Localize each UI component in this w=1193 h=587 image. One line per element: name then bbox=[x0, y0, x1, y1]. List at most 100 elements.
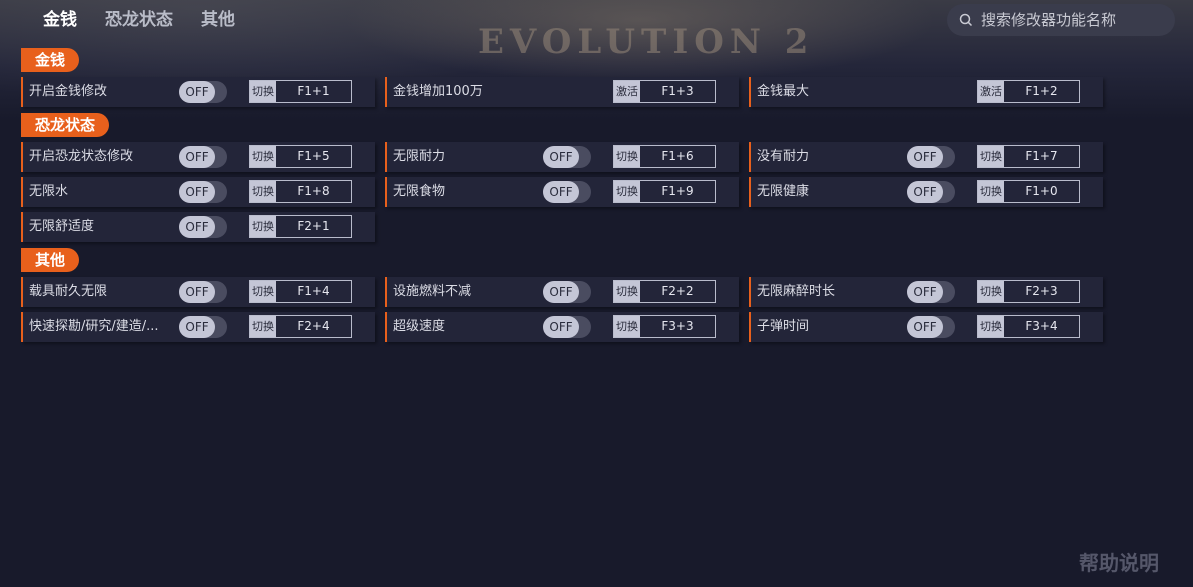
cheat-toggle[interactable]: OFF bbox=[179, 146, 227, 168]
hotkey-binding[interactable]: F1+0 bbox=[1004, 181, 1079, 202]
hotkey-action-label: 切换 bbox=[614, 146, 640, 167]
cheat-toggle[interactable]: OFF bbox=[179, 181, 227, 203]
toggle-state-label: OFF bbox=[179, 146, 215, 168]
cheat-toggle[interactable]: OFF bbox=[543, 316, 591, 338]
hotkey-binding[interactable]: F1+5 bbox=[276, 146, 351, 167]
cheat-toggle[interactable]: OFF bbox=[179, 81, 227, 103]
search-input[interactable] bbox=[979, 10, 1173, 30]
hotkey-box[interactable]: 切换 F3+3 bbox=[613, 315, 716, 338]
cheat-label: 没有耐力 bbox=[757, 149, 810, 164]
hotkey-action-label: 切换 bbox=[978, 181, 1004, 202]
tab-dino-status[interactable]: 恐龙状态 bbox=[105, 8, 173, 32]
hotkey-box[interactable]: 切换 F1+5 bbox=[249, 145, 352, 168]
hotkey-box[interactable]: 切换 F1+4 bbox=[249, 280, 352, 303]
hotkey-box[interactable]: 切换 F1+6 bbox=[613, 145, 716, 168]
hotkey-action-label: 切换 bbox=[978, 146, 1004, 167]
cheat-toggle[interactable]: OFF bbox=[543, 281, 591, 303]
hotkey-action-label: 激活 bbox=[978, 81, 1004, 102]
cheat-toggle[interactable]: OFF bbox=[179, 316, 227, 338]
cheat-row: 无限麻醉时长 OFF 切换 F2+3 bbox=[749, 277, 1103, 307]
hotkey-action-label: 切换 bbox=[614, 316, 640, 337]
tab-other[interactable]: 其他 bbox=[201, 8, 235, 32]
cheat-row: 金钱增加100万 激活 F1+3 bbox=[385, 77, 739, 107]
cheat-row: 无限食物 OFF 切换 F1+9 bbox=[385, 177, 739, 207]
cheat-row: 超级速度 OFF 切换 F3+3 bbox=[385, 312, 739, 342]
cheat-label: 设施燃料不减 bbox=[393, 284, 472, 299]
hotkey-binding[interactable]: F3+4 bbox=[1004, 316, 1079, 337]
toggle-state-label: OFF bbox=[179, 316, 215, 338]
toggle-state-label: OFF bbox=[543, 181, 579, 203]
hotkey-action-label: 切换 bbox=[978, 316, 1004, 337]
cheat-label: 金钱最大 bbox=[757, 84, 810, 99]
hotkey-binding[interactable]: F2+3 bbox=[1004, 281, 1079, 302]
cheat-label: 无限食物 bbox=[393, 184, 446, 199]
hotkey-box[interactable]: 切换 F1+1 bbox=[249, 80, 352, 103]
hotkey-box[interactable]: 切换 F2+2 bbox=[613, 280, 716, 303]
hotkey-binding[interactable]: F1+1 bbox=[276, 81, 351, 102]
cheat-toggle[interactable]: OFF bbox=[179, 216, 227, 238]
cheat-row: 没有耐力 OFF 切换 F1+7 bbox=[749, 142, 1103, 172]
hotkey-binding[interactable]: F1+3 bbox=[640, 81, 715, 102]
hotkey-binding[interactable]: F1+4 bbox=[276, 281, 351, 302]
hotkey-binding[interactable]: F2+1 bbox=[276, 216, 351, 237]
cheat-row: 快速探勘/研究/建造/... OFF 切换 F2+4 bbox=[21, 312, 375, 342]
hotkey-action-label: 切换 bbox=[614, 281, 640, 302]
toggle-state-label: OFF bbox=[907, 146, 943, 168]
hotkey-action-label: 切换 bbox=[978, 281, 1004, 302]
toggle-state-label: OFF bbox=[179, 181, 215, 203]
hotkey-action-label: 切换 bbox=[614, 181, 640, 202]
hotkey-box[interactable]: 切换 F2+3 bbox=[977, 280, 1080, 303]
cheat-toggle[interactable]: OFF bbox=[907, 146, 955, 168]
help-button[interactable]: 帮助说明 bbox=[1079, 547, 1159, 576]
hotkey-box[interactable]: 切换 F3+4 bbox=[977, 315, 1080, 338]
hotkey-binding[interactable]: F2+2 bbox=[640, 281, 715, 302]
hotkey-action-label: 切换 bbox=[250, 281, 276, 302]
toggle-state-label: OFF bbox=[543, 146, 579, 168]
hotkey-box[interactable]: 切换 F1+7 bbox=[977, 145, 1080, 168]
toggle-state-label: OFF bbox=[543, 316, 579, 338]
toggle-state-label: OFF bbox=[907, 281, 943, 303]
tab-money[interactable]: 金钱 bbox=[43, 8, 77, 32]
hotkey-box[interactable]: 切换 F2+1 bbox=[249, 215, 352, 238]
cheat-row: 无限耐力 OFF 切换 F1+6 bbox=[385, 142, 739, 172]
hotkey-action-label: 切换 bbox=[250, 81, 276, 102]
toggle-state-label: OFF bbox=[179, 81, 215, 103]
toggle-state-label: OFF bbox=[179, 281, 215, 303]
hotkey-binding[interactable]: F3+3 bbox=[640, 316, 715, 337]
cheat-label: 无限水 bbox=[29, 184, 69, 199]
hotkey-binding[interactable]: F1+8 bbox=[276, 181, 351, 202]
hotkey-box[interactable]: 激活 F1+2 bbox=[977, 80, 1080, 103]
cheat-label: 快速探勘/研究/建造/... bbox=[29, 319, 159, 334]
hotkey-binding[interactable]: F1+9 bbox=[640, 181, 715, 202]
cheat-row: 开启金钱修改 OFF 切换 F1+1 bbox=[21, 77, 375, 107]
section-money-title: 金钱 bbox=[21, 48, 80, 72]
hotkey-action-label: 切换 bbox=[250, 216, 276, 237]
toggle-state-label: OFF bbox=[179, 216, 215, 238]
cheat-toggle[interactable]: OFF bbox=[907, 281, 955, 303]
search-icon bbox=[959, 13, 973, 27]
hotkey-binding[interactable]: F1+7 bbox=[1004, 146, 1079, 167]
cheat-toggle[interactable]: OFF bbox=[179, 281, 227, 303]
cheat-toggle[interactable]: OFF bbox=[907, 316, 955, 338]
hotkey-box[interactable]: 切换 F1+8 bbox=[249, 180, 352, 203]
cheat-toggle[interactable]: OFF bbox=[907, 181, 955, 203]
hotkey-binding[interactable]: F2+4 bbox=[276, 316, 351, 337]
search-box[interactable] bbox=[947, 4, 1175, 36]
cheat-toggle[interactable]: OFF bbox=[543, 146, 591, 168]
hotkey-binding[interactable]: F1+6 bbox=[640, 146, 715, 167]
hotkey-box[interactable]: 切换 F1+0 bbox=[977, 180, 1080, 203]
cheat-toggle[interactable]: OFF bbox=[543, 181, 591, 203]
cheat-row: 子弹时间 OFF 切换 F3+4 bbox=[749, 312, 1103, 342]
section-other-title: 其他 bbox=[21, 248, 80, 272]
cheat-label: 开启恐龙状态修改 bbox=[29, 149, 134, 164]
hotkey-box[interactable]: 切换 F2+4 bbox=[249, 315, 352, 338]
tab-bar: 金钱 恐龙状态 其他 bbox=[43, 8, 235, 32]
cheat-label: 无限耐力 bbox=[393, 149, 446, 164]
cheat-row: 无限舒适度 OFF 切换 F2+1 bbox=[21, 212, 375, 242]
cheat-row: 金钱最大 激活 F1+2 bbox=[749, 77, 1103, 107]
hotkey-binding[interactable]: F1+2 bbox=[1004, 81, 1079, 102]
cheat-row: 无限水 OFF 切换 F1+8 bbox=[21, 177, 375, 207]
hotkey-box[interactable]: 切换 F1+9 bbox=[613, 180, 716, 203]
cheat-row: 无限健康 OFF 切换 F1+0 bbox=[749, 177, 1103, 207]
hotkey-box[interactable]: 激活 F1+3 bbox=[613, 80, 716, 103]
